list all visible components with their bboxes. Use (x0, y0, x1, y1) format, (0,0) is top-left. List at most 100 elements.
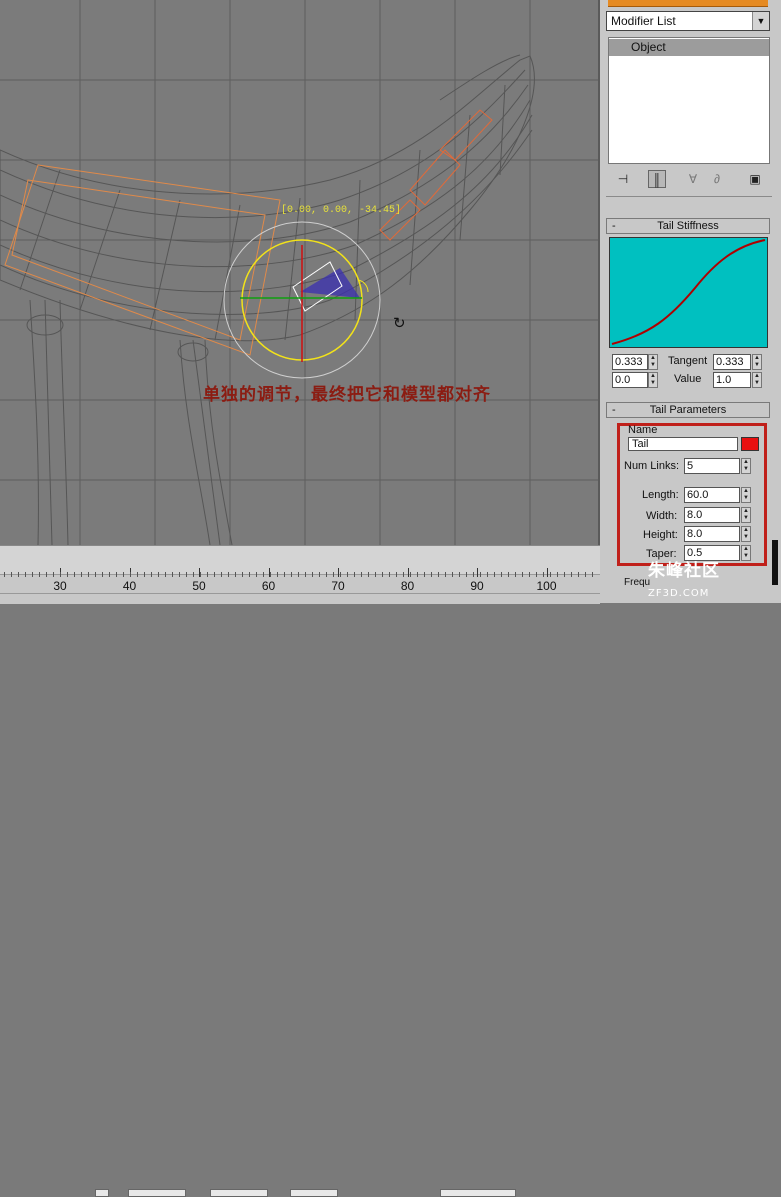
spinner-arrows-icon[interactable]: ▲ ▼ (741, 458, 751, 474)
gizmo-coordinate-readout: [0.00, 0.00, -34.45] (281, 205, 402, 216)
lock-selection-button[interactable] (95, 1189, 109, 1197)
stiffness-curve-graph[interactable] (609, 237, 768, 348)
ruler-minor-tick (522, 572, 523, 577)
spinner-arrows-icon[interactable]: ▲ ▼ (741, 526, 751, 542)
ruler-minor-tick (585, 572, 586, 577)
ruler-minor-tick (487, 572, 488, 577)
rotate-gizmo (223, 221, 381, 379)
ruler-minor-tick (410, 572, 411, 577)
tail-stiffness-rollout-header[interactable]: - Tail Stiffness (606, 218, 770, 234)
configure-sets-icon[interactable]: ▣ (746, 170, 764, 188)
ruler-minor-tick (312, 572, 313, 577)
ruler-minor-tick (123, 572, 124, 577)
ruler-minor-tick (179, 572, 180, 577)
panel-scrollbar[interactable] (772, 540, 778, 585)
ruler-minor-tick (277, 572, 278, 577)
num-links-field[interactable]: 5 (684, 458, 740, 474)
curve-right-value-field[interactable]: 1.0 (713, 372, 751, 388)
pin-stack-icon[interactable]: ⊣ (614, 170, 632, 188)
ruler-major-tick (546, 568, 548, 577)
ruler-major-tick (338, 568, 339, 577)
modifier-stack[interactable]: Object (608, 37, 770, 164)
ruler-minor-tick (249, 572, 250, 577)
ruler-minor-tick (571, 572, 572, 577)
rotate-cursor-icon: ↻ (393, 314, 406, 332)
stack-item-object[interactable]: Object (609, 39, 769, 56)
curve-right-tangent-field[interactable]: 0.333 (713, 354, 751, 370)
height-label: Height: (643, 529, 678, 541)
tangent-label: Tangent (668, 355, 708, 367)
name-field[interactable]: Tail (628, 437, 738, 451)
ruler-tick-label: 100 (536, 579, 557, 593)
modifier-list-label: Modifier List (611, 14, 676, 28)
ruler-minor-tick (431, 572, 432, 577)
ruler-minor-tick (291, 572, 292, 577)
ruler-minor-tick (207, 572, 208, 577)
ruler-minor-tick (347, 572, 348, 577)
object-color-strip[interactable] (608, 0, 768, 7)
ruler-minor-tick (228, 572, 229, 577)
length-label: Length: (642, 489, 679, 501)
ruler-minor-tick (18, 572, 19, 577)
height-field[interactable]: 8.0 (684, 526, 740, 542)
y-coordinate-field[interactable] (210, 1189, 268, 1197)
ruler-minor-tick (543, 572, 544, 577)
perspective-viewport[interactable]: [0.00, 0.00, -34.45] 单独的调节，最终把它和模型都对齐 ↻ (0, 0, 600, 545)
spinner-arrows-icon[interactable]: ▲ ▼ (741, 487, 751, 503)
ruler-minor-tick (46, 572, 47, 577)
ruler-minor-tick (466, 572, 467, 577)
ruler-minor-tick (242, 572, 243, 577)
remove-modifier-icon[interactable]: ∂ (708, 170, 726, 188)
ruler-minor-tick (452, 572, 453, 577)
ruler-major-tick (407, 568, 409, 577)
tail-parameters-rollout-header[interactable]: - Tail Parameters (606, 402, 770, 418)
ruler-minor-tick (403, 572, 404, 577)
ruler-minor-tick (60, 572, 61, 577)
make-unique-icon[interactable]: ∀ (684, 170, 702, 188)
frequency-label-partial: Frequ (624, 577, 651, 588)
ruler-minor-tick (480, 572, 481, 577)
curve-left-tangent-field[interactable]: 0.333 (612, 354, 648, 370)
show-end-result-icon[interactable]: ║ (648, 170, 666, 188)
spinner-arrows-icon[interactable]: ▲ ▼ (648, 372, 658, 388)
ruler-minor-tick (256, 572, 257, 577)
ruler-minor-tick (214, 572, 215, 577)
tail-color-swatch[interactable] (741, 437, 759, 451)
ruler-tick-label: 80 (400, 579, 415, 593)
value-label: Value (674, 373, 702, 385)
name-label: Name (628, 424, 658, 436)
spinner-arrows-icon[interactable]: ▲ ▼ (648, 354, 658, 370)
ruler-minor-tick (473, 572, 474, 577)
ruler-minor-tick (151, 572, 152, 577)
spinner-arrows-icon[interactable]: ▲ ▼ (741, 507, 751, 523)
ruler-minor-tick (53, 572, 54, 577)
time-ruler[interactable]: 30 40 50 60 70 80 90 100 (0, 545, 600, 594)
ruler-minor-tick (375, 572, 376, 577)
ruler-minor-tick (333, 572, 334, 577)
curve-left-value-field[interactable]: 0.0 (612, 372, 648, 388)
ruler-minor-tick (165, 572, 166, 577)
length-field[interactable]: 60.0 (684, 487, 740, 503)
ruler-minor-tick (382, 572, 383, 577)
ruler-minor-tick (557, 572, 558, 577)
ruler-minor-tick (109, 572, 110, 577)
viewport-scene[interactable] (0, 0, 598, 545)
z-coordinate-field[interactable] (290, 1189, 338, 1197)
spinner-arrows-icon[interactable]: ▲ ▼ (752, 372, 762, 388)
ruler-minor-tick (284, 572, 285, 577)
num-links-label: Num Links: (624, 460, 680, 472)
width-field[interactable]: 8.0 (684, 507, 740, 523)
spinner-arrows-icon[interactable]: ▲ ▼ (741, 545, 751, 561)
track-bar[interactable] (0, 546, 600, 575)
ruler-minor-tick (88, 572, 89, 577)
modifier-list-dropdown[interactable]: Modifier List ▼ (606, 11, 770, 31)
x-coordinate-field[interactable] (128, 1189, 186, 1197)
ruler-minor-tick (270, 572, 271, 577)
watermark-site: ZF3D.COM (648, 588, 710, 599)
selection-filter-dropdown[interactable] (440, 1189, 516, 1197)
status-bar (0, 593, 600, 1197)
spinner-arrows-icon[interactable]: ▲ ▼ (752, 354, 762, 370)
site-watermark: 朱峰社区 ZF3D.COM (648, 556, 720, 600)
ruler-minor-tick (396, 572, 397, 577)
chevron-down-icon[interactable]: ▼ (752, 12, 769, 30)
